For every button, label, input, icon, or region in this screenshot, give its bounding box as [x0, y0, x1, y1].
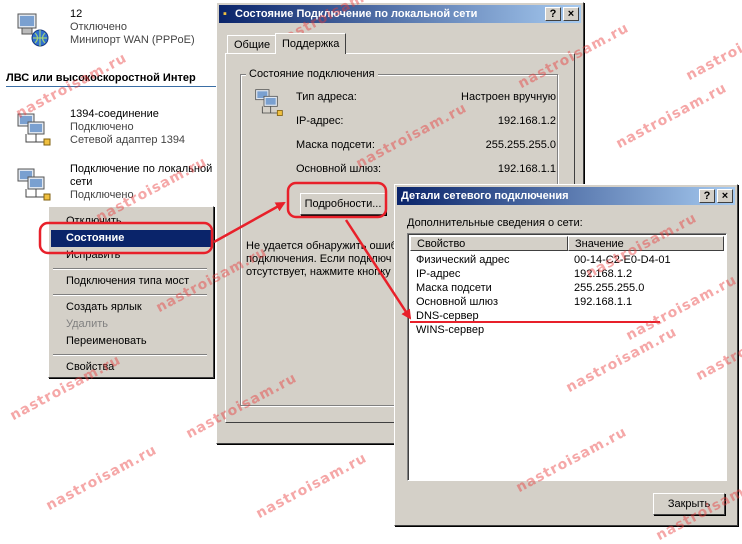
field-label-mask: Маска подсети:: [296, 139, 375, 151]
details-dialog-titlebar[interactable]: Детали сетевого подключения ? ×: [397, 187, 735, 205]
row-value: 255.255.255.0: [574, 282, 645, 294]
row-property: Физический адрес: [416, 254, 510, 266]
connection-name-cont: сети: [70, 176, 93, 188]
field-value-address-type: Настроен вручную: [461, 91, 556, 103]
status-dialog-titlebar[interactable]: ▪ Состояние Подключение по локальной сети…: [219, 5, 581, 23]
status-dialog-title: Состояние Подключение по локальной сети: [235, 8, 478, 20]
info-text-line: отсутствует, нажмите кнопку: [246, 266, 391, 278]
row-value: 192.168.1.1: [574, 296, 633, 308]
tab-support[interactable]: Поддержка: [275, 33, 347, 54]
menu-item-disconnect[interactable]: Отключить: [51, 213, 211, 230]
details-listview[interactable]: Свойство Значение Физический адрес 00-14…: [407, 233, 727, 481]
tab-general[interactable]: Общие: [227, 35, 278, 53]
network-computers-icon: [255, 89, 283, 116]
menu-item-delete: Удалить: [66, 318, 108, 330]
menu-item-properties[interactable]: Свойства: [51, 359, 211, 376]
menu-item-create-shortcut[interactable]: Создать ярлык: [51, 299, 211, 316]
watermark-text: nastroisam.ru: [43, 441, 160, 515]
watermark-text: nastroisam.ru: [613, 79, 730, 153]
help-button[interactable]: ?: [699, 189, 715, 203]
watermark-text: nastroisam.ru: [683, 11, 742, 85]
network-computers-icon: [17, 168, 51, 201]
row-property: Маска подсети: [416, 282, 492, 294]
network-small-icon: ▪: [223, 8, 227, 20]
connection-item-pppoe[interactable]: 12 Отключено Минипорт WAN (PPPoE): [0, 8, 226, 52]
menu-separator: [53, 294, 207, 296]
menu-item-repair[interactable]: Исправить: [51, 247, 211, 264]
connection-device: Сетевой адаптер 1394: [70, 134, 186, 146]
field-value-ip: 192.168.1.2: [497, 115, 556, 127]
connection-status: Подключено: [70, 189, 134, 201]
column-header-property[interactable]: Свойство: [410, 236, 568, 251]
row-property: Основной шлюз: [416, 296, 499, 308]
close-button[interactable]: ×: [717, 189, 733, 203]
menu-item-bridge[interactable]: Подключения типа мост: [51, 273, 211, 290]
row-value: 192.168.1.2: [574, 268, 633, 280]
connection-status: Подключено: [70, 121, 134, 133]
field-value-gateway: 192.168.1.1: [497, 163, 556, 175]
info-text-line: Не удается обнаружить ошиб: [246, 240, 397, 252]
menu-separator: [53, 268, 207, 270]
connection-name: Подключение по локальной: [70, 163, 213, 175]
connection-status: Отключено: [70, 21, 127, 33]
connection-item-lan[interactable]: Подключение по локальной сети Подключено: [0, 163, 226, 207]
details-button[interactable]: Подробности...: [300, 193, 386, 215]
details-subtitle: Дополнительные сведения о сети:: [407, 217, 583, 229]
connection-name: 1394-соединение: [70, 108, 159, 120]
menu-item-rename[interactable]: Переименовать: [51, 333, 211, 350]
help-button[interactable]: ?: [545, 7, 561, 21]
column-header-value[interactable]: Значение: [568, 236, 724, 251]
group-divider: [6, 86, 216, 87]
info-text: Не удается обнаружить ошиб подключения. …: [246, 240, 397, 279]
close-button[interactable]: ×: [563, 7, 579, 21]
globe-network-icon: [17, 13, 49, 47]
field-label-address-type: Тип адреса:: [296, 91, 357, 103]
field-value-mask: 255.255.255.0: [485, 139, 556, 151]
watermark-text: nastroisam.ru: [253, 449, 370, 523]
menu-separator: [53, 354, 207, 356]
network-computers-icon: [17, 113, 51, 146]
close-dialog-button[interactable]: Закрыть: [653, 493, 725, 515]
info-text-line: подключения. Если подключ: [246, 253, 392, 265]
context-menu: Отключить Состояние Исправить Подключени…: [48, 206, 214, 378]
field-label-gateway: Основной шлюз:: [296, 163, 382, 175]
row-property: WINS-сервер: [416, 324, 485, 336]
row-value: 00-14-C2-E0-D4-01: [574, 254, 671, 266]
group-header: ЛВС или высокоскоростной Интер: [6, 72, 196, 84]
connection-item-1394[interactable]: 1394-соединение Подключено Сетевой адапт…: [0, 108, 226, 152]
connection-status-group-label: Состояние подключения: [246, 68, 378, 80]
connection-name: 12: [70, 8, 83, 20]
connection-device: Минипорт WAN (PPPoE): [70, 34, 195, 46]
details-dialog: Детали сетевого подключения ? × Дополнит…: [394, 184, 738, 526]
details-dialog-title: Детали сетевого подключения: [401, 190, 569, 202]
field-label-ip: IP-адрес:: [296, 115, 344, 127]
row-property: DNS-сервер: [416, 310, 479, 322]
row-property: IP-адрес: [416, 268, 461, 280]
menu-item-status[interactable]: Состояние: [51, 230, 211, 247]
